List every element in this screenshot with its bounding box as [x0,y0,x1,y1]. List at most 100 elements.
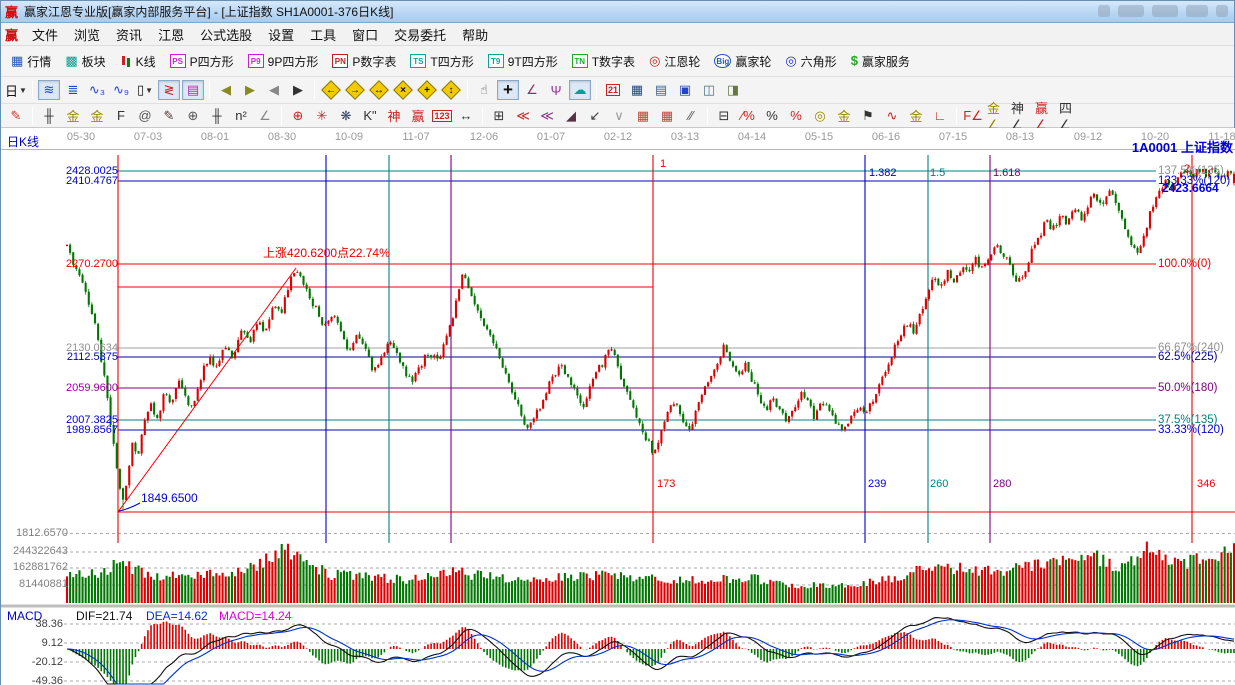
prev-page-icon[interactable]: ◀ [263,80,285,100]
spiderweb2-icon[interactable]: ❋ [335,106,357,126]
last-page-icon[interactable]: ▶ [239,80,261,100]
menu-item-8[interactable]: 窗口 [344,23,386,46]
shen-grid-icon[interactable]: 神 [383,106,405,126]
toolbar-button-t-square[interactable]: TST四方形 [403,50,480,73]
wave-9-icon[interactable]: ∿₉ [110,80,132,100]
calendar-icon[interactable]: 21 [602,80,624,100]
trend-lines-icon[interactable]: ↙ [584,106,606,126]
chart-area[interactable]: 05-3007-0308-0108-3010-0911-0712-0601-07… [1,128,1235,685]
pattern-tool-icon[interactable]: ≷ [158,80,180,100]
toolbar-button-gann-wheel[interactable]: ◎江恩轮 [642,50,707,73]
menu-item-4[interactable]: 江恩 [150,23,192,46]
measure-pencil-icon[interactable]: ✎ [158,106,180,126]
ray-fan-purple-icon[interactable]: ≪ [536,106,558,126]
calculator-icon[interactable]: ▦ [626,80,648,100]
toolbar-button-hexagon[interactable]: ◎六角形 [778,50,843,73]
toolbar-button-quotes[interactable]: ▦行情 [4,50,58,73]
gold-ratio-grid-icon[interactable]: 金 [62,106,84,126]
menu-item-10[interactable]: 帮助 [454,23,496,46]
gann-target-icon[interactable]: ⊕ [287,106,309,126]
gann-tree-icon[interactable]: Ψ [545,80,567,100]
gold-angle-icon[interactable]: 金∠ [986,106,1008,126]
toolbar-button-p-number-table[interactable]: PNP数字表 [325,50,403,73]
k-count-icon[interactable]: K" [359,106,381,126]
menu-item-6[interactable]: 设置 [260,23,302,46]
remote-pc-icon[interactable]: ◨ [722,80,744,100]
pan-hand-icon[interactable]: ☝ [473,80,495,100]
percent-icon[interactable]: % [761,106,783,126]
angle-measure-icon[interactable]: ∠ [521,80,543,100]
expand-horizontal-icon[interactable]: ↔ [368,80,390,100]
toolbar-button-kline[interactable]: K线 [113,50,163,73]
menu-item-1[interactable]: 文件 [24,23,66,46]
angle-ruler-icon[interactable]: ∠ [254,106,276,126]
macd-pane-separator [1,605,1235,608]
stats-table-icon[interactable]: ⊟ [713,106,735,126]
draw-arrow-icon[interactable]: ✎ [5,106,27,126]
first-page-icon[interactable]: ◀ [215,80,237,100]
chart-canvas[interactable] [1,128,1235,685]
toolbar-button-9t-square[interactable]: T99T四方形 [481,50,565,73]
crosshair-icon[interactable]: + [497,80,519,100]
indicator-window-icon-glyph: ≋ [44,82,55,98]
ying-grid-icon[interactable]: 赢 [407,106,429,126]
box-fan-icon[interactable]: ◢ [560,106,582,126]
toolbar-button-p-square[interactable]: PSP四方形 [163,50,241,73]
right-angle-icon[interactable]: ∟ [929,106,951,126]
indicator-window-icon[interactable]: ≋ [38,80,60,100]
info-panel-icon[interactable]: ≣ [62,80,84,100]
spiral-icon[interactable]: @ [134,106,156,126]
toolbar-button-t-number-table[interactable]: TNT数字表 [565,50,642,73]
toolbar-button-9p-square[interactable]: P99P四方形 [241,50,326,73]
wave-percent-icon[interactable]: ∿ [881,106,903,126]
cloud-tool-icon[interactable]: ☁ [569,80,591,100]
time-ruler-icon[interactable]: ╫ [206,106,228,126]
spiderweb-icon[interactable]: ✳ [311,106,333,126]
toolbar-button-sectors[interactable]: ▩板块 [58,50,112,73]
n-square-icon[interactable]: n² [230,106,252,126]
ying-angle-icon[interactable]: 赢∠ [1034,106,1056,126]
menu-item-7[interactable]: 工具 [302,23,344,46]
notes-icon[interactable]: ▤ [650,80,672,100]
volume-profile-icon[interactable]: ▤ [182,80,204,100]
wave-3-icon[interactable]: ∿₃ [86,80,108,100]
menu-item-3[interactable]: 资讯 [108,23,150,46]
toolbar-button-winner-service[interactable]: $赢家服务 [844,50,917,73]
parallel-slash-icon[interactable]: ∕∕ [680,106,702,126]
price-frame-icon[interactable]: ⊞ [488,106,510,126]
kline-period-dropdown[interactable]: 日▼ [5,80,27,100]
number-grid-icon[interactable]: 123 [431,106,453,126]
price-mark-icon[interactable]: ⚑ [857,106,879,126]
zoom-in-icon[interactable]: + [416,80,438,100]
shift-left-icon[interactable]: ← [320,80,342,100]
four-angle-icon[interactable]: 四∠ [1058,106,1080,126]
percent-change-icon[interactable]: ∕% [737,106,759,126]
zoom-all-icon[interactable]: ↕ [440,80,462,100]
candle-style-dropdown[interactable]: ▯▼ [134,80,156,100]
gold-circle-icon[interactable]: ◎ [809,106,831,126]
vertical-grid-icon[interactable]: ╫ [38,106,60,126]
cycle-circle-icon[interactable]: ⊕ [182,106,204,126]
titlebar[interactable]: 赢 赢家江恩专业版[赢家内部服务平台] - [上证指数 SH1A0001-376… [1,1,1234,23]
save-icon[interactable]: ▣ [674,80,696,100]
shen-angle-icon[interactable]: 神∠ [1010,106,1032,126]
gold-level-icon[interactable]: 金 [833,106,855,126]
gold-channel-icon[interactable]: 金 [905,106,927,126]
f-angle-icon[interactable]: F∠ [962,106,984,126]
gold-ratio-grid2-icon[interactable]: 金 [86,106,108,126]
zigzag-valley-icon[interactable]: ∨ [608,106,630,126]
compress-icon[interactable]: × [392,80,414,100]
red-grid-icon[interactable]: ▦ [632,106,654,126]
percent-level-icon[interactable]: % [785,106,807,126]
network-share-icon[interactable]: ◫ [698,80,720,100]
menu-item-5[interactable]: 公式选股 [192,23,260,46]
red-grid-arrow-icon[interactable]: ▦ [656,106,678,126]
next-page-icon[interactable]: ▶ [287,80,309,100]
width-arrow-icon[interactable]: ↔ [455,106,477,126]
ray-fan-icon[interactable]: ≪ [512,106,534,126]
shift-right-icon[interactable]: → [344,80,366,100]
menu-item-9[interactable]: 交易委托 [386,23,454,46]
toolbar-button-winner-wheel[interactable]: Big赢家轮 [707,50,778,73]
menu-item-2[interactable]: 浏览 [66,23,108,46]
fibonacci-grid-icon[interactable]: F [110,106,132,126]
